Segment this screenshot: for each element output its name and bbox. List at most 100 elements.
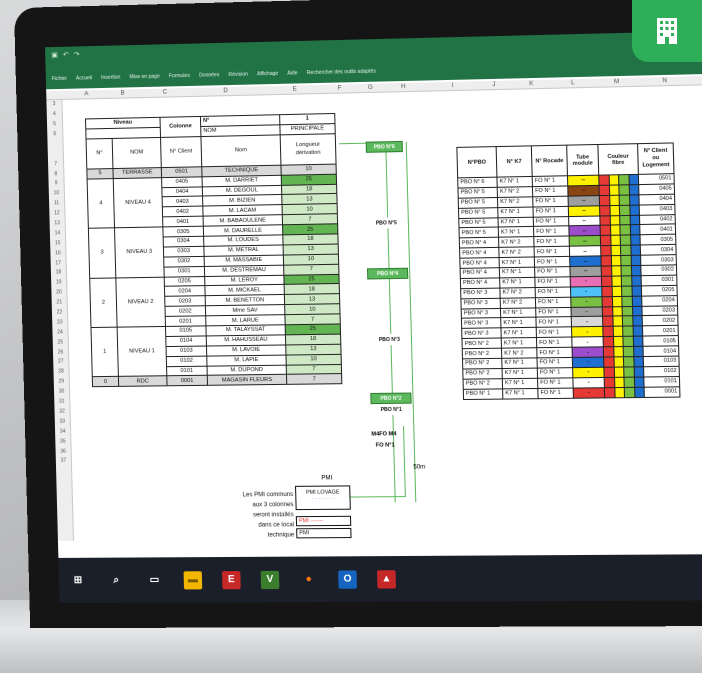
client-number[interactable]: 0201 <box>165 315 206 327</box>
pbo-cell-roc[interactable]: FO N° 1 <box>533 226 570 237</box>
column-header[interactable]: A <box>84 91 88 97</box>
tube-color-cell[interactable]: -- <box>568 205 600 217</box>
tube-color-cell[interactable]: - <box>571 336 604 348</box>
row-header[interactable]: 18 <box>51 269 66 279</box>
tube-color-cell[interactable]: -- <box>567 175 599 186</box>
row-header[interactable]: 21 <box>52 298 67 308</box>
ribbon-tab[interactable]: Formules <box>169 73 190 80</box>
column-header[interactable]: I <box>452 83 454 89</box>
visio-icon[interactable]: V <box>260 570 280 589</box>
row-header[interactable]: 14 <box>50 229 65 239</box>
tube-color-cell[interactable]: - <box>572 346 604 358</box>
undo-icon[interactable]: ↶ <box>63 51 69 59</box>
row-header[interactable]: 3 <box>46 100 61 110</box>
pbo-cell-k7[interactable]: K7 N° 1 <box>502 368 538 379</box>
pbo-client-cell[interactable]: 0201 <box>642 325 679 337</box>
pbo-cell-k7[interactable]: K7 N° 2 <box>497 186 533 198</box>
pbo-cell-k7[interactable]: K7 N° 2 <box>497 196 533 208</box>
pbo-cell-k7[interactable]: K7 N° 1 <box>500 307 536 319</box>
pbo-cell-pbo[interactable]: PBO N° 3 <box>460 287 501 299</box>
pbo-client-cell[interactable]: 0102 <box>643 366 680 377</box>
pbo-cell-k7[interactable]: K7 N° 2 <box>498 247 535 258</box>
pbo-client-cell[interactable]: 0105 <box>642 335 679 347</box>
windows-icon[interactable]: ⊞ <box>69 571 88 589</box>
row-header[interactable]: 36 <box>56 447 71 457</box>
pbo-client-cell[interactable]: 0501 <box>638 173 675 185</box>
ribbon-tab[interactable]: Affichage <box>257 71 278 78</box>
row-header[interactable]: 27 <box>53 358 68 368</box>
tube-color-cell[interactable]: - <box>573 387 605 398</box>
tube-color-cell[interactable]: - <box>570 296 603 307</box>
pbo-cell-roc[interactable]: FO N° 1 <box>535 296 571 308</box>
pbo-cell-k7[interactable]: K7 N° 1 <box>499 257 535 268</box>
pbo-client-cell[interactable]: 0403 <box>639 204 676 215</box>
row-header[interactable]: 17 <box>51 259 66 269</box>
pbo-cell-k7[interactable]: K7 N° 2 <box>500 297 536 309</box>
column-header[interactable]: M <box>614 79 619 85</box>
pbo-client-cell[interactable]: 0205 <box>641 285 678 296</box>
tube-color-cell[interactable]: -- <box>569 266 602 277</box>
ribbon-tab[interactable]: Mise en page <box>129 74 159 81</box>
column-header[interactable]: N <box>662 78 667 84</box>
pbo-cell-roc[interactable]: FO N° 1 <box>537 377 574 389</box>
pbo-cell-pbo[interactable]: PBO N° 2 <box>463 378 503 390</box>
pbo-cell-pbo[interactable]: PBO N° 2 <box>462 368 503 379</box>
row-header[interactable]: 13 <box>50 219 65 229</box>
pbo-cell-pbo[interactable]: PBO N° 5 <box>459 227 499 239</box>
tube-color-cell[interactable]: - <box>570 276 602 287</box>
pbo-cell-pbo[interactable]: PBO N° 2 <box>461 338 502 349</box>
cortana-icon[interactable]: ▭ <box>145 571 164 589</box>
ribbon-tab[interactable]: Accueil <box>76 75 92 81</box>
pbo-client-cell[interactable]: 0104 <box>642 345 679 357</box>
pbo-cell-pbo[interactable]: PBO N° 3 <box>461 308 501 319</box>
tube-color-cell[interactable]: - <box>572 357 604 368</box>
tube-color-cell[interactable]: -- <box>569 235 601 247</box>
pbo-client-cell[interactable]: 0103 <box>643 356 680 367</box>
ribbon-search[interactable]: Rechercher des outils adaptés <box>307 68 376 76</box>
pbo-cell-roc[interactable]: FO N° 1 <box>534 246 570 258</box>
client-number[interactable]: 0101 <box>166 365 208 377</box>
tube-color-cell[interactable]: -- <box>569 245 601 257</box>
pbo-cell-k7[interactable]: K7 N° 1 <box>501 337 537 349</box>
client-number[interactable]: 0103 <box>166 345 207 357</box>
row-header[interactable]: 30 <box>54 388 69 398</box>
pbo-client-cell[interactable]: 0001 <box>644 386 680 398</box>
ribbon-tab[interactable]: Insertion <box>101 75 120 81</box>
row-header[interactable]: 29 <box>54 378 69 388</box>
derivation-length[interactable]: 7 <box>286 374 342 385</box>
pbo-client-cell[interactable]: 0204 <box>641 295 678 306</box>
pbo-cell-k7[interactable]: K7 N° 1 <box>497 206 534 218</box>
pbo-cell-roc[interactable]: FO N° 1 <box>534 266 571 278</box>
redo-icon[interactable]: ↷ <box>74 50 80 58</box>
pbo-cell-k7[interactable]: K7 N° 1 <box>500 327 537 339</box>
client-number[interactable]: 0105 <box>165 325 207 337</box>
row-header[interactable]: 32 <box>54 407 69 417</box>
derivation-length[interactable]: 7 <box>286 364 342 375</box>
pbo-cell-pbo[interactable]: PBO N° 3 <box>461 328 502 339</box>
pbo-client-cell[interactable]: 0302 <box>640 264 677 276</box>
pbo-cell-pbo[interactable]: PBO N° 1 <box>463 388 503 400</box>
tube-color-cell[interactable]: -- <box>568 195 600 207</box>
pbo-cell-k7[interactable]: K7 N° 2 <box>501 347 537 359</box>
pbo-cell-pbo[interactable]: PBO N° 5 <box>458 217 499 229</box>
excel-icon[interactable]: E <box>222 570 241 589</box>
client-number[interactable]: 0304 <box>163 236 204 247</box>
row-header[interactable]: 23 <box>52 318 67 328</box>
pbo-cell-pbo[interactable]: PBO N° 4 <box>459 237 499 249</box>
pbo-cell-roc[interactable]: FO N° 1 <box>533 216 569 227</box>
row-header[interactable]: 24 <box>52 328 67 338</box>
pbo-cell-roc[interactable]: FO N° 1 <box>534 276 571 288</box>
pbo-client-cell[interactable]: 0301 <box>641 275 677 286</box>
outlook-icon[interactable]: O <box>338 569 357 589</box>
pbo-cell-pbo[interactable]: PBO N° 4 <box>460 277 500 289</box>
derivation-length[interactable]: 10 <box>285 354 342 365</box>
pbo-cell-pbo[interactable]: PBO N° 2 <box>462 358 503 369</box>
pbo-cell-k7[interactable]: K7 N° 1 <box>500 317 537 329</box>
pbo-cell-k7[interactable]: K7 N° 1 <box>502 378 538 389</box>
pbo-cell-pbo[interactable]: PBO N° 4 <box>459 247 500 259</box>
pbo-cell-k7[interactable]: K7 N° 1 <box>502 388 539 399</box>
pbo-cell-k7[interactable]: K7 N° 1 <box>499 277 536 288</box>
pbo-cell-roc[interactable]: FO N° 1 <box>537 387 574 399</box>
pbo-client-cell[interactable]: 0401 <box>639 224 676 236</box>
pbo-client-cell[interactable]: 0202 <box>642 315 679 327</box>
